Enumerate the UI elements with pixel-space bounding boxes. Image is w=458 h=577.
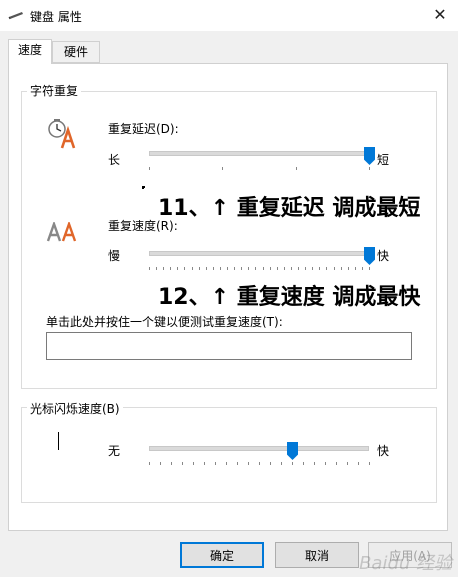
repeat-rate-slider[interactable] <box>149 247 375 271</box>
slider-tick <box>219 267 221 270</box>
slider-tick <box>171 462 172 465</box>
watermark: Baidu 经验 <box>359 553 452 574</box>
slider-tick <box>226 462 227 465</box>
cursor-blink-min-label: 无 <box>108 444 121 458</box>
slider-tick <box>191 267 193 270</box>
repeat-delay-icon <box>48 119 76 149</box>
slider-tick <box>369 167 370 170</box>
window-title: 键盘 属性 <box>30 10 82 24</box>
cursor-blink-thumb[interactable] <box>287 442 298 460</box>
ok-button[interactable]: 确定 <box>180 542 264 568</box>
slider-tick <box>227 267 229 270</box>
repeat-rate-label: 重复速度(R): <box>108 219 178 233</box>
slider-tick <box>314 462 315 465</box>
slider-tick <box>340 267 342 270</box>
slider-tick <box>369 267 370 270</box>
cursor-caret-icon <box>58 432 59 450</box>
slider-tick <box>347 462 348 465</box>
slider-tick <box>347 267 349 270</box>
slider-tick <box>248 462 249 465</box>
step-11-annotation: 11、↑ 重复延迟 调成最短 <box>158 196 421 221</box>
slider-tick <box>358 462 359 465</box>
repeat-delay-track <box>149 151 369 156</box>
slider-tick <box>163 267 165 270</box>
tab-speed[interactable]: 速度 <box>8 39 52 64</box>
slider-tick <box>295 167 297 170</box>
slider-tick <box>160 462 161 465</box>
test-input-label: 单击此处并按住一个键以便测试重复速度(T): <box>46 315 283 329</box>
title-bar: 键盘 属性 ✕ <box>0 0 458 31</box>
slider-tick <box>149 167 150 170</box>
slider-tick <box>319 267 321 270</box>
slider-tick <box>270 462 271 465</box>
slider-tick <box>325 462 326 465</box>
slider-tick <box>281 462 282 465</box>
slider-tick <box>336 462 337 465</box>
slider-tick <box>259 462 260 465</box>
slider-tick <box>170 267 172 270</box>
slider-tick <box>222 167 224 170</box>
slider-tick <box>198 267 200 270</box>
slider-tick <box>193 462 194 465</box>
cancel-button[interactable]: 取消 <box>275 542 359 568</box>
slider-tick <box>369 462 370 465</box>
slider-tick <box>184 267 186 270</box>
slider-tick <box>237 462 238 465</box>
repeat-test-input[interactable] <box>46 332 412 360</box>
slider-tick <box>234 267 236 270</box>
slider-tick <box>182 462 183 465</box>
slider-tick <box>215 462 216 465</box>
repeat-delay-min-label: 长 <box>108 153 121 167</box>
slider-tick <box>298 267 300 270</box>
slider-tick <box>212 267 214 270</box>
slider-tick <box>303 462 304 465</box>
cursor-blink-slider[interactable] <box>149 442 370 466</box>
slider-tick <box>262 267 264 270</box>
slider-tick <box>326 267 328 270</box>
tab-hardware[interactable]: 硬件 <box>52 41 100 63</box>
slider-tick <box>305 267 307 270</box>
slider-tick <box>149 462 150 465</box>
repeat-delay-max-label: 短 <box>377 153 390 167</box>
repeat-delay-slider[interactable] <box>149 147 375 171</box>
slider-tick <box>241 267 243 270</box>
repeat-rate-max-label: 快 <box>377 249 390 263</box>
slider-tick <box>283 267 285 270</box>
slider-tick <box>292 462 293 465</box>
repeat-delay-label: 重复延迟(D): <box>108 122 179 136</box>
cursor-blink-track <box>149 446 369 451</box>
slider-tick <box>276 267 278 270</box>
slider-tick <box>255 267 257 270</box>
slider-tick <box>205 267 207 270</box>
repeat-rate-min-label: 慢 <box>108 249 121 263</box>
repeat-rate-icon <box>46 222 77 242</box>
slider-tick <box>149 267 150 270</box>
slider-tick <box>204 462 205 465</box>
step-12-annotation: 12、↑ 重复速度 调成最快 <box>158 285 421 310</box>
repeat-rate-track <box>149 251 369 256</box>
keyboard-icon <box>8 12 23 20</box>
slider-tick <box>177 267 179 270</box>
slider-tick <box>269 267 271 270</box>
char-repeat-group-title: 字符重复 <box>27 82 82 99</box>
slider-tick <box>312 267 314 270</box>
slider-tick <box>361 267 363 270</box>
cursor-blink-max-label: 快 <box>377 444 390 458</box>
slider-tick <box>248 267 250 270</box>
cursor-blink-group-title: 光标闪烁速度(B) <box>27 400 123 417</box>
slider-tick <box>333 267 335 270</box>
slider-tick <box>290 267 292 270</box>
slider-tick <box>156 267 158 270</box>
slider-tick <box>354 267 356 270</box>
close-button[interactable]: ✕ <box>428 4 452 26</box>
